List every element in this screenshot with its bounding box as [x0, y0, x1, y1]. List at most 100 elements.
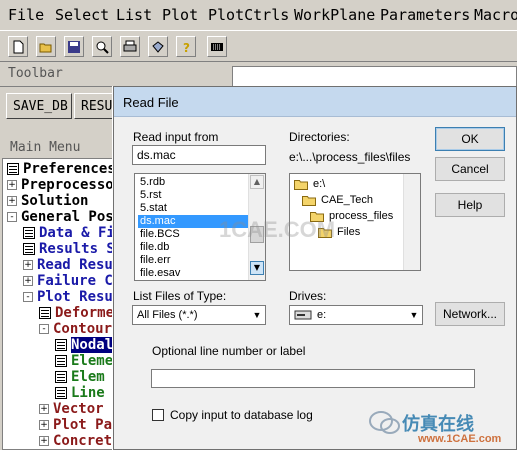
- drives-label: Drives:: [289, 289, 327, 303]
- scroll-thumb[interactable]: [250, 226, 264, 243]
- expand-icon[interactable]: +: [39, 436, 49, 446]
- tree-item[interactable]: Results Summary: [23, 241, 119, 257]
- tree-item[interactable]: Preferences: [7, 161, 116, 177]
- menu-workplane[interactable]: WorkPlane: [294, 6, 375, 24]
- pan-zoom-button[interactable]: [92, 36, 112, 57]
- file-item[interactable]: ds.mac: [138, 215, 248, 228]
- file-list[interactable]: 5.rdb 5.rst 5.stat ds.mac file.BCS file.db fil…: [134, 173, 266, 281]
- tree-item[interactable]: + Vector Plot: [39, 401, 119, 417]
- menu-file[interactable]: File: [8, 6, 44, 24]
- tree-item[interactable]: Deformed Shape: [39, 305, 119, 321]
- standard-toolbar: ?: [0, 30, 517, 88]
- print-button[interactable]: [120, 36, 140, 57]
- directory-item[interactable]: CAE_Tech: [302, 193, 373, 207]
- menu-select[interactable]: Select: [55, 6, 109, 24]
- expand-icon[interactable]: +: [23, 260, 33, 270]
- main-menu-tree: Preferences + Preprocessor + Solution - Genera…: [2, 158, 120, 450]
- tree-item[interactable]: + Read Results: [23, 257, 119, 273]
- file-type-select[interactable]: All Files (*.*) ▼: [132, 305, 266, 325]
- command-prompt-button[interactable]: [207, 36, 227, 57]
- expand-icon[interactable]: +: [7, 180, 17, 190]
- open-file-button[interactable]: [36, 36, 56, 57]
- file-item[interactable]: file.db: [138, 241, 248, 254]
- expand-icon[interactable]: +: [7, 196, 17, 206]
- file-item[interactable]: file.BCS: [138, 228, 248, 241]
- directory-label: Files: [337, 226, 361, 238]
- menu-macro[interactable]: Macro: [474, 6, 517, 24]
- toolbar-label: Toolbar: [8, 66, 63, 81]
- open-folder-icon: [310, 211, 324, 222]
- collapse-icon[interactable]: -: [23, 292, 33, 302]
- menu-plot[interactable]: Plot: [162, 6, 198, 24]
- scroll-up-button[interactable]: ▲: [250, 175, 264, 189]
- tree-item-label: Plot Path Item: [53, 417, 119, 433]
- tree-item-label: Read Results: [37, 257, 119, 273]
- menu-item-icon: [39, 307, 51, 319]
- tree-item[interactable]: -General Postproc: [7, 209, 119, 225]
- copy-input-checkbox[interactable]: [152, 409, 164, 421]
- scroll-down-button[interactable]: ▼: [250, 261, 264, 275]
- collapse-icon[interactable]: -: [39, 324, 49, 334]
- tree-item[interactable]: -Contour Plot: [39, 321, 119, 337]
- tree-item[interactable]: + Plot Path Item: [39, 417, 119, 433]
- keyboard-icon: [211, 42, 223, 51]
- drive-icon: [294, 310, 312, 320]
- expand-icon[interactable]: +: [23, 276, 33, 286]
- tree-item[interactable]: + Preprocessor: [7, 177, 119, 193]
- tree-item-label: Data & File Opts: [39, 225, 119, 241]
- tree-item[interactable]: + Solution: [7, 193, 88, 209]
- tree-item[interactable]: + Failure Criteria: [23, 273, 119, 289]
- dialog-title: Read File: [123, 95, 179, 110]
- tree-item[interactable]: Elem Table: [55, 369, 119, 385]
- dialog-titlebar[interactable]: Read File: [114, 87, 516, 117]
- directory-label: e:\: [313, 178, 326, 190]
- file-list-scrollbar[interactable]: ▲ ▼: [248, 174, 265, 280]
- menu-item-icon: [55, 371, 67, 383]
- report-button[interactable]: [148, 36, 168, 57]
- tree-item[interactable]: Element Solu: [55, 353, 119, 369]
- file-item[interactable]: 5.rdb: [138, 176, 248, 189]
- directory-item[interactable]: process_files: [310, 209, 393, 223]
- help-dialog-button[interactable]: Help: [435, 193, 505, 217]
- svg-text:?: ?: [183, 41, 190, 54]
- directory-item[interactable]: e:\: [294, 177, 325, 191]
- ok-button[interactable]: OK: [435, 127, 505, 151]
- tree-item-label: Plot Results: [37, 289, 119, 305]
- collapse-icon[interactable]: -: [7, 212, 17, 222]
- cancel-button[interactable]: Cancel: [435, 157, 505, 181]
- menu-parameters[interactable]: Parameters: [380, 6, 470, 24]
- chevron-down-icon: ▼: [252, 310, 262, 320]
- new-file-button[interactable]: [8, 36, 28, 57]
- help-button[interactable]: ?: [176, 36, 196, 57]
- filename-input[interactable]: ds.mac: [132, 145, 266, 165]
- expand-icon[interactable]: +: [39, 404, 49, 414]
- tree-item-label: Solution: [21, 193, 89, 209]
- current-path: e:\...\process_files\files: [289, 150, 411, 164]
- menu-list[interactable]: List: [116, 6, 152, 24]
- file-item[interactable]: file.esav: [138, 267, 248, 280]
- directory-item[interactable]: Files: [318, 225, 360, 239]
- tree-item-label: Vector Plot: [53, 401, 119, 417]
- file-item[interactable]: file.err: [138, 254, 248, 267]
- tree-item-label: Concrete Plot: [53, 433, 120, 449]
- directory-list[interactable]: e:\ CAE_Tech process_files Files: [289, 173, 421, 271]
- tree-item[interactable]: -Plot Results: [23, 289, 119, 305]
- save-db-button[interactable]: SAVE_DB: [6, 93, 72, 119]
- command-input[interactable]: [232, 66, 517, 88]
- file-item[interactable]: 5.rst: [138, 189, 248, 202]
- directory-scrollbar[interactable]: [403, 174, 420, 270]
- network-button[interactable]: Network...: [435, 302, 505, 326]
- tree-item-label: Preferences: [23, 161, 116, 177]
- tree-item[interactable]: Data & File Opts: [23, 225, 119, 241]
- tree-item[interactable]: Line Elem Res: [55, 385, 119, 401]
- optional-line-input[interactable]: [151, 369, 475, 388]
- tree-item[interactable]: + Concrete Plot: [39, 433, 120, 449]
- file-item[interactable]: 5.stat: [138, 202, 248, 215]
- save-button[interactable]: [64, 36, 84, 57]
- watermark-logo: [368, 410, 402, 436]
- menu-plotctrls[interactable]: PlotCtrls: [208, 6, 289, 24]
- wechat-logo-icon: [369, 411, 400, 434]
- tree-item[interactable]: Nodal Solu: [55, 337, 119, 353]
- expand-icon[interactable]: +: [39, 420, 49, 430]
- drives-select[interactable]: e: ▼: [289, 305, 423, 325]
